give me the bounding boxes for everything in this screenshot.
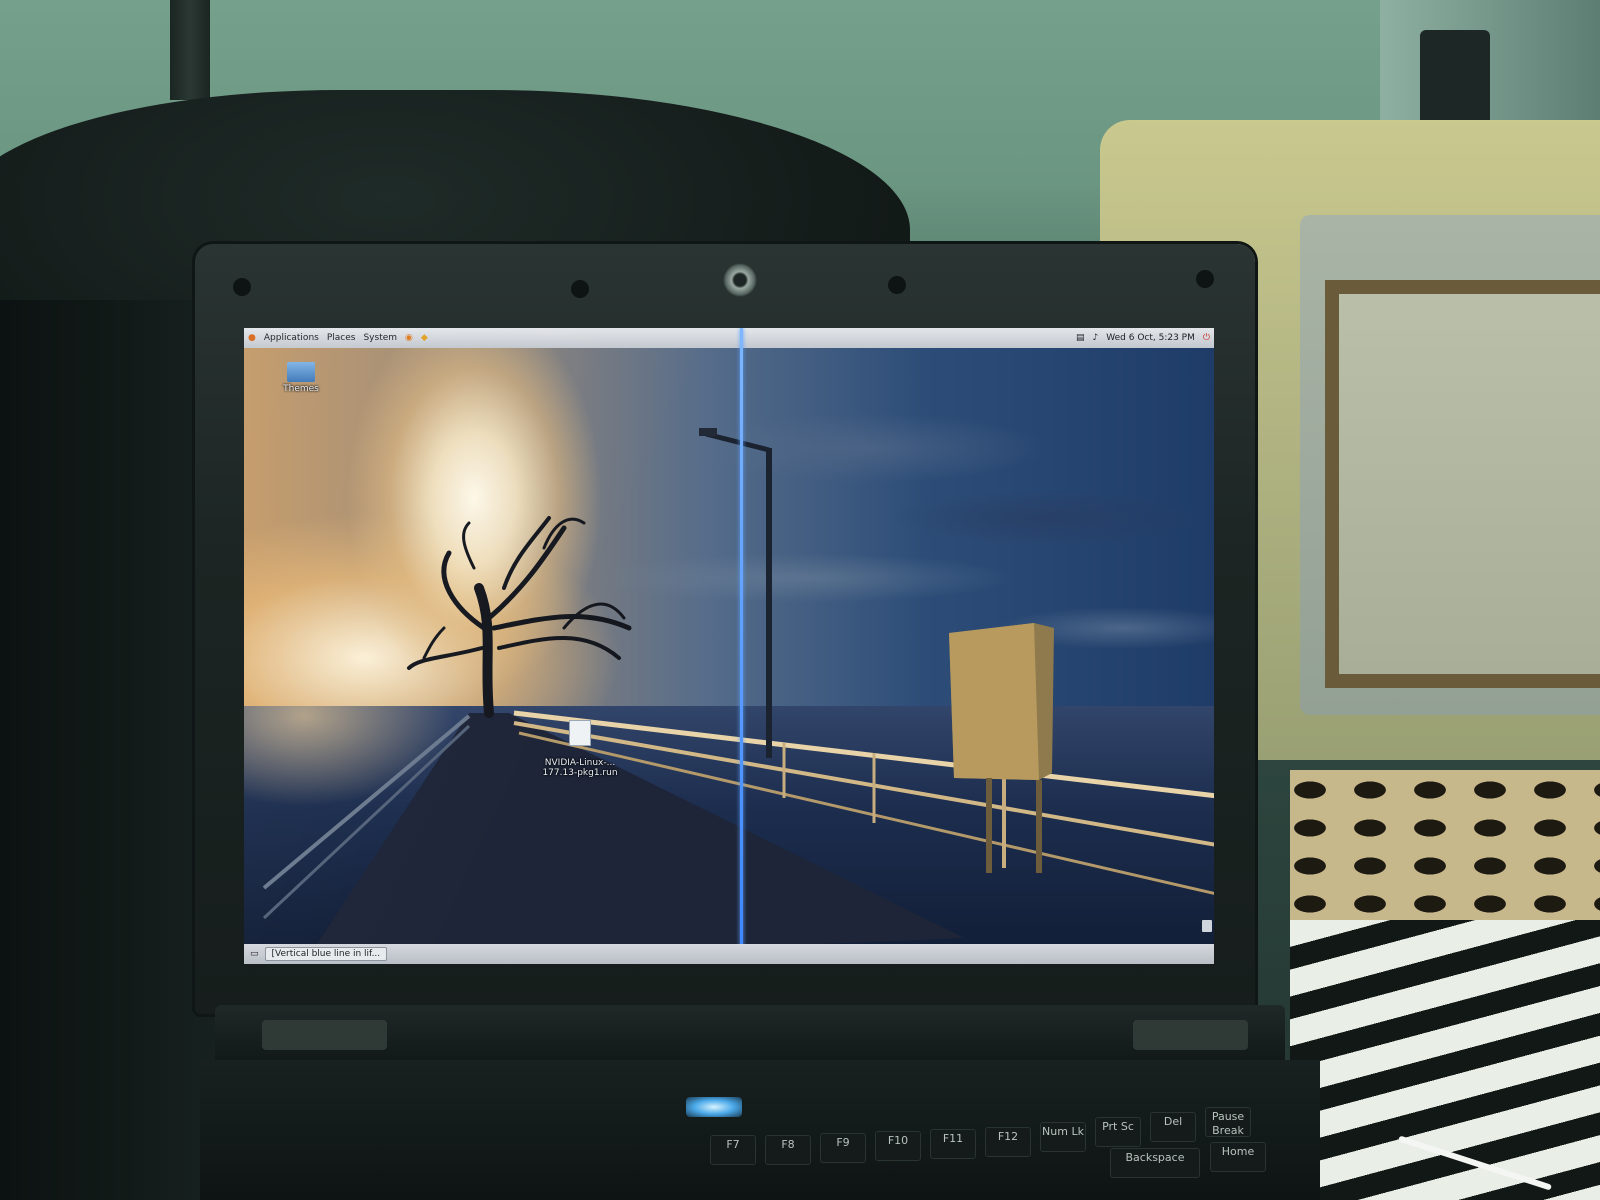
- power-led: [686, 1097, 742, 1117]
- leopard-print-cloth: [1290, 770, 1600, 930]
- keyboard-key[interactable]: F8: [765, 1135, 811, 1165]
- shutdown-icon[interactable]: ⏻: [1199, 333, 1214, 343]
- keyboard-key[interactable]: Prt Sc: [1095, 1117, 1141, 1147]
- desktop-icon-themes[interactable]: Themes: [266, 362, 336, 394]
- bezel-screw: [571, 280, 589, 298]
- network-icon[interactable]: ▤: [1072, 333, 1089, 343]
- sofa-side: [0, 300, 220, 1200]
- photo-scene: ● Applications Places System ◉ ◆ ▤ ♪ Wed…: [0, 0, 1600, 1200]
- system-menu[interactable]: System: [359, 333, 401, 343]
- zebra-print-cloth: [1290, 920, 1600, 1200]
- pier-deck: [304, 713, 964, 964]
- laptop-screen: ● Applications Places System ◉ ◆ ▤ ♪ Wed…: [244, 328, 1214, 964]
- keyboard-key[interactable]: Backspace: [1110, 1148, 1200, 1178]
- wallpaper-pier-art: [262, 428, 1214, 964]
- keyboard-key[interactable]: F9: [820, 1133, 866, 1163]
- ubuntu-logo-icon[interactable]: ●: [244, 333, 260, 343]
- folder-icon: [287, 362, 315, 382]
- gnome-bottom-panel: ▭ [Vertical blue line in lif...: [244, 944, 1214, 964]
- crt-monitor-screen: [1325, 280, 1600, 688]
- lamp-arm: [705, 431, 770, 453]
- desktop-icon-label: Themes: [283, 384, 319, 394]
- keyboard-key[interactable]: F7: [710, 1135, 756, 1165]
- bezel-screw: [1196, 270, 1214, 288]
- firefox-icon[interactable]: ◉: [401, 333, 417, 343]
- places-menu[interactable]: Places: [323, 333, 360, 343]
- laptop-hinge: [262, 1020, 387, 1050]
- applications-menu[interactable]: Applications: [260, 333, 323, 343]
- bezel-screw: [233, 278, 251, 296]
- help-icon[interactable]: ◆: [417, 333, 432, 343]
- vertical-blue-line-defect: [740, 328, 743, 964]
- bezel-screw: [888, 276, 906, 294]
- keyboard-key[interactable]: Home: [1210, 1142, 1266, 1172]
- show-desktop-icon[interactable]: ▭: [250, 949, 259, 959]
- volume-icon[interactable]: ♪: [1089, 333, 1103, 343]
- abstract-tree: [407, 516, 632, 718]
- desktop-icon-nvidia-installer[interactable]: NVIDIA-Linux-... 177.13-pkg1.run: [537, 710, 623, 778]
- desktop-icon-label: NVIDIA-Linux-... 177.13-pkg1.run: [542, 758, 618, 778]
- sign-face: [949, 623, 1039, 780]
- keyboard-key[interactable]: F10: [875, 1131, 921, 1161]
- lamp-head: [699, 428, 717, 436]
- keyboard-key[interactable]: Del: [1150, 1112, 1196, 1142]
- keyboard-key[interactable]: F12: [985, 1127, 1031, 1157]
- router-antenna: [170, 0, 210, 100]
- keyboard-key[interactable]: F11: [930, 1129, 976, 1159]
- laptop-hinge: [1133, 1020, 1248, 1050]
- webcam: [723, 263, 757, 297]
- taskbar-window-button[interactable]: [Vertical blue line in lif...: [264, 947, 388, 961]
- file-icon: [569, 720, 591, 746]
- keyboard-key[interactable]: Pause Break: [1205, 1107, 1251, 1137]
- clock[interactable]: Wed 6 Oct, 5:23 PM: [1102, 333, 1199, 343]
- keyboard-key[interactable]: Num Lk: [1040, 1122, 1086, 1152]
- gnome-top-panel: ● Applications Places System ◉ ◆ ▤ ♪ Wed…: [244, 328, 1214, 348]
- trash-icon[interactable]: [1202, 920, 1212, 932]
